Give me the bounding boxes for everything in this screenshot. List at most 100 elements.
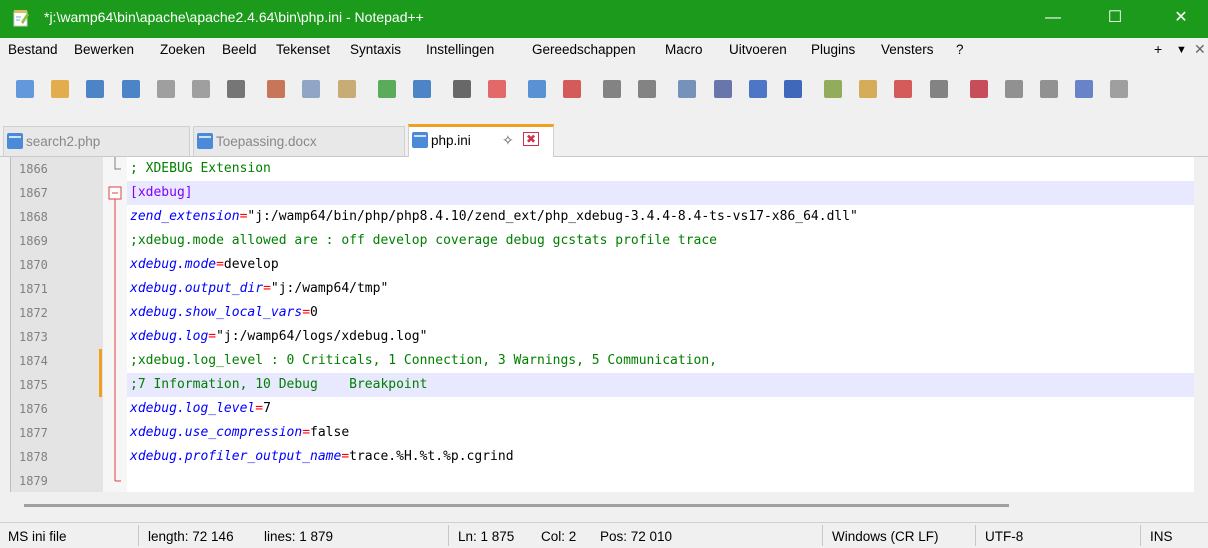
sync-horizontal-icon[interactable] [638,80,657,98]
folder-workspace-icon[interactable] [894,80,913,98]
close-tab-icon[interactable]: ✖ [523,132,540,146]
replace-icon[interactable] [488,80,506,98]
close-window-button[interactable]: ✕ [1158,0,1204,38]
monitoring-icon[interactable] [929,80,948,98]
word-wrap-icon[interactable] [678,80,697,98]
line-number: 1876 [19,402,48,416]
line-number: 1873 [19,330,48,344]
language-icon[interactable] [784,80,802,98]
tab-search2-php[interactable]: search2.php [3,126,190,156]
horizontal-scrollbar[interactable] [10,492,1193,516]
show-all-chars-icon[interactable] [713,80,732,98]
maximize-button[interactable]: ☐ [1092,0,1138,38]
save-all-icon[interactable] [121,80,140,98]
code-line[interactable]: xdebug.use_compression=false [127,421,1194,445]
save-macro-icon[interactable] [1110,80,1129,98]
redo-icon[interactable] [412,80,431,98]
code-line[interactable]: xdebug.show_local_vars=0 [127,301,1194,325]
menu-gereedschappen[interactable]: Gereedschappen [532,42,636,57]
run-macro-multiple-icon[interactable] [1075,80,1094,98]
menu-bewerken[interactable]: Bewerken [74,42,134,57]
code-line[interactable]: ;7 Information, 10 Debug Breakpoint [127,373,1194,397]
zoom-out-icon[interactable] [563,80,582,98]
status-language: MS ini file [8,529,67,544]
indent-guide-icon[interactable] [748,80,767,98]
copy-icon[interactable] [302,80,321,98]
code-line[interactable]: xdebug.log="j:/wamp64/logs/xdebug.log" [127,325,1194,349]
fold-tree [108,157,122,482]
menu-bestand[interactable]: Bestand [8,42,58,57]
function-list-icon[interactable] [859,80,878,98]
menu-bar: Bestand Bewerken Zoeken Beeld Tekenset S… [0,38,1208,62]
status-separator [1140,525,1141,546]
pin-icon[interactable]: ✧ [502,132,514,149]
code-line[interactable]: xdebug.log_level=7 [127,397,1194,421]
save-icon[interactable] [86,80,105,98]
playback-macro-icon[interactable] [1040,80,1058,98]
code-line[interactable]: xdebug.output_dir="j:/wamp64/tmp" [127,277,1194,301]
menu-tekenset[interactable]: Tekenset [276,42,330,57]
code-text: [xdebug] [130,185,193,200]
status-encoding[interactable]: UTF-8 [985,529,1023,544]
menu-uitvoeren[interactable]: Uitvoeren [729,42,787,57]
code-line[interactable]: ;xdebug.mode allowed are : off develop c… [127,229,1194,253]
code-text: xdebug.use_compression=false [130,425,350,440]
status-insert-mode[interactable]: INS [1150,529,1173,544]
menu-vensters[interactable]: Vensters [881,42,934,57]
tab-toepassing-docx[interactable]: Toepassing.docx [193,126,405,156]
line-number: 1867 [19,186,48,200]
code-line[interactable]: xdebug.mode=develop [127,253,1194,277]
find-icon[interactable] [452,80,471,98]
menu-macro[interactable]: Macro [665,42,703,57]
menu-instellingen[interactable]: Instellingen [426,42,494,57]
undo-icon[interactable] [377,80,396,98]
sync-vertical-icon[interactable] [603,80,622,98]
chevron-down-icon[interactable]: ▼ [1176,44,1187,56]
status-ln: Ln: 1 875 [458,529,515,544]
code-text: ;xdebug.log_level : 0 Criticals, 1 Conne… [130,353,717,368]
code-text: ;xdebug.mode allowed are : off develop c… [130,233,717,248]
code-line[interactable] [127,469,1194,493]
record-macro-icon[interactable] [969,80,988,98]
menu-zoeken[interactable]: Zoeken [160,42,205,57]
cut-icon[interactable] [267,80,286,98]
change-marker [99,349,102,373]
status-separator [822,525,823,546]
line-number: 1870 [19,258,48,272]
doc-map-icon[interactable] [824,80,842,98]
close-all-icon[interactable] [192,80,210,98]
code-text: xdebug.log="j:/wamp64/logs/xdebug.log" [130,329,428,344]
zoom-in-icon[interactable] [528,80,546,98]
status-lines: lines: 1 879 [264,529,334,544]
code-line[interactable]: [xdebug] [127,181,1194,205]
paste-icon[interactable] [337,80,356,98]
stop-record-icon[interactable] [1004,80,1023,98]
code-line[interactable]: ; XDEBUG Extension [127,157,1194,181]
status-eol[interactable]: Windows (CR LF) [832,529,939,544]
code-line[interactable]: zend_extension="j:/wamp64/bin/php/php8.4… [127,205,1194,229]
close-doc-icon[interactable]: ✕ [1194,41,1206,58]
open-file-icon[interactable] [51,80,70,98]
window-title: *j:\wamp64\bin\apache\apache2.4.64\bin\p… [44,9,424,25]
menu-beeld[interactable]: Beeld [222,42,257,57]
print-icon[interactable] [227,80,246,98]
file-icon [412,132,428,148]
change-marker [99,373,102,397]
line-number: 1866 [19,162,48,176]
tab-bar: search2.php Toepassing.docx php.ini ✧ ✖ [0,120,1208,159]
plus-icon[interactable]: + [1154,41,1162,57]
minimize-button[interactable]: — [1030,0,1076,38]
line-number: 1875 [19,378,48,392]
code-line[interactable]: xdebug.profiler_output_name=trace.%H.%t.… [127,445,1194,469]
menu-help[interactable]: ? [956,42,964,57]
fold-margin[interactable] [103,157,127,492]
menu-plugins[interactable]: Plugins [811,42,855,57]
scrollbar-thumb[interactable] [24,504,1009,507]
new-file-icon[interactable] [16,80,34,98]
code-line[interactable]: ;xdebug.log_level : 0 Criticals, 1 Conne… [127,349,1194,373]
close-icon[interactable] [156,80,175,98]
editor-pane[interactable]: 1866 1867 1868 1869 1870 1871 1872 1873 1874 1875… [10,157,1194,492]
minimize-icon: — [1045,9,1061,26]
tab-php-ini[interactable]: php.ini ✧ ✖ [408,124,554,159]
menu-syntaxis[interactable]: Syntaxis [350,42,401,57]
